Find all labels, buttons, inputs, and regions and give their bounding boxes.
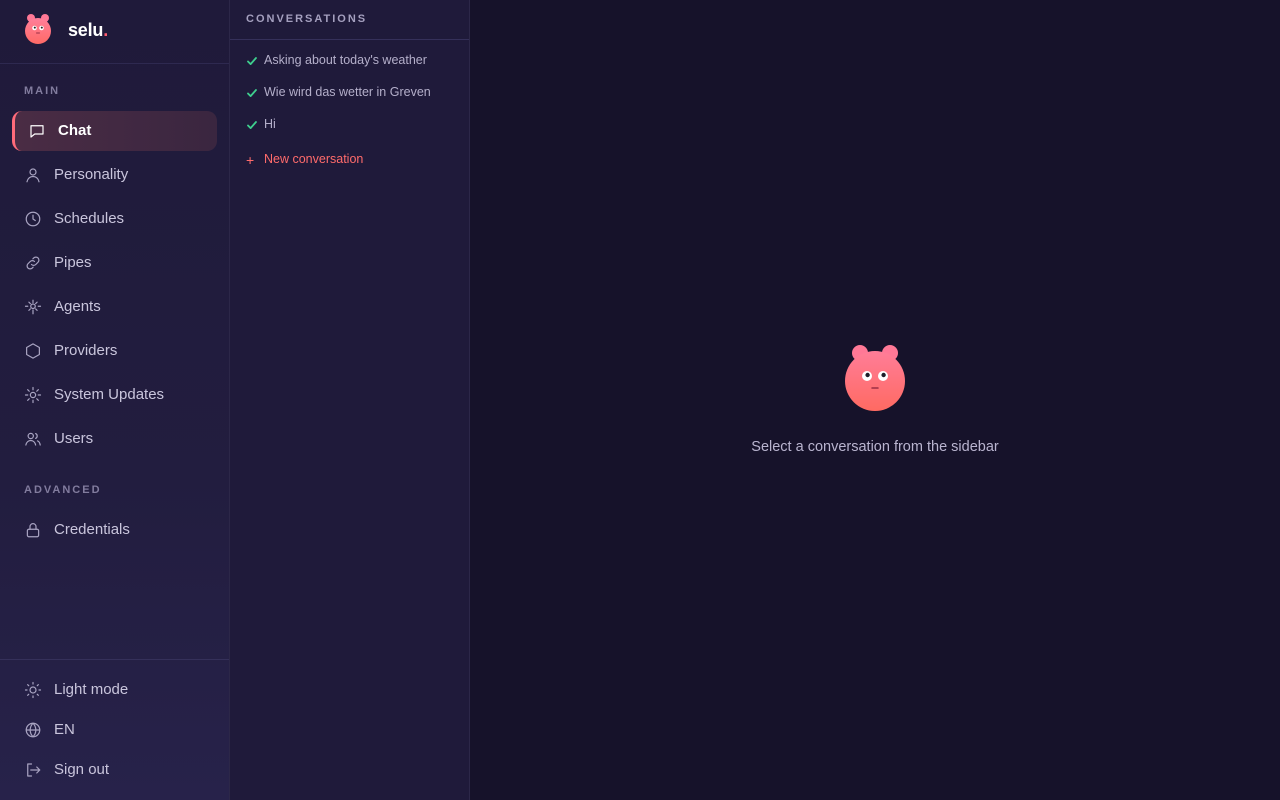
gear-icon <box>24 386 42 404</box>
check-icon <box>246 118 258 130</box>
nav-item-label: Agents <box>54 298 101 315</box>
new-conversation-label: New conversation <box>264 152 364 166</box>
conversations-title: CONVERSATIONS <box>246 13 368 25</box>
mascot-logo-icon <box>25 14 51 44</box>
conversation-item[interactable]: Hi <box>230 112 469 140</box>
nav-item-label: Schedules <box>54 210 125 227</box>
check-icon <box>246 54 258 66</box>
check-icon <box>246 86 258 98</box>
nav-item-pipes[interactable]: Pipes <box>12 243 217 283</box>
nav-item-label: Users <box>54 430 94 447</box>
sign-out-icon <box>24 761 42 779</box>
chat-icon <box>28 122 46 140</box>
empty-state-message: Select a conversation from the sidebar <box>751 439 999 455</box>
brand-name-text: selu <box>68 20 104 40</box>
globe-icon <box>24 721 42 739</box>
clock-icon <box>24 210 42 228</box>
hexagon-icon <box>24 342 42 360</box>
section-label-advanced: ADVANCED <box>24 484 102 496</box>
conversations-header: CONVERSATIONS <box>230 0 469 40</box>
nav-item-personality[interactable]: Personality <box>12 155 217 195</box>
nav-item-label: Providers <box>54 342 118 359</box>
agent-icon <box>24 298 42 316</box>
mascot-icon <box>845 345 905 411</box>
nav-sidebar: selu. MAIN Chat Personality Schedules Pi… <box>0 0 230 800</box>
language-selector[interactable]: EN <box>12 710 217 750</box>
nav-item-schedules[interactable]: Schedules <box>12 199 217 239</box>
sign-out-button[interactable]: Sign out <box>12 750 217 790</box>
conversation-item[interactable]: Wie wird das wetter in Greven <box>230 80 469 108</box>
nav-item-chat[interactable]: Chat <box>12 111 217 151</box>
brand-dot: . <box>103 20 109 40</box>
user-icon <box>24 166 42 184</box>
nav-item-label: Chat <box>58 122 92 139</box>
nav-item-users[interactable]: Users <box>12 419 217 459</box>
nav-footer: Light mode EN Sign out <box>0 659 229 800</box>
conversations-panel: CONVERSATIONS Asking about today's weath… <box>230 0 470 800</box>
nav-item-credentials[interactable]: Credentials <box>12 510 217 550</box>
brand-header: selu. <box>0 0 229 64</box>
section-label-main: MAIN <box>24 85 61 97</box>
lock-icon <box>24 521 42 539</box>
link-icon <box>24 254 42 272</box>
light-mode-toggle[interactable]: Light mode <box>12 670 217 710</box>
nav-item-agents[interactable]: Agents <box>12 287 217 327</box>
sun-icon <box>24 681 42 699</box>
nav-item-label: Sign out <box>54 761 110 778</box>
nav-item-label: Light mode <box>54 681 129 698</box>
nav-item-label: Personality <box>54 166 129 183</box>
nav-item-label: Pipes <box>54 254 92 271</box>
conversation-title: Wie wird das wetter in Greven <box>264 85 431 99</box>
nav-item-system-updates[interactable]: System Updates <box>12 375 217 415</box>
conversation-title: Hi <box>264 117 276 131</box>
main-panel: Select a conversation from the sidebar <box>470 0 1280 800</box>
nav-item-label: EN <box>54 721 75 738</box>
nav-item-label: Credentials <box>54 521 130 538</box>
brand-name: selu. <box>68 20 108 41</box>
nav-item-providers[interactable]: Providers <box>12 331 217 371</box>
conversation-title: Asking about today's weather <box>264 53 427 67</box>
new-conversation-button[interactable]: + New conversation <box>230 150 469 172</box>
plus-icon: + <box>246 152 255 168</box>
users-icon <box>24 430 42 448</box>
conversation-item[interactable]: Asking about today's weather <box>230 48 469 76</box>
nav-item-label: System Updates <box>54 386 165 403</box>
